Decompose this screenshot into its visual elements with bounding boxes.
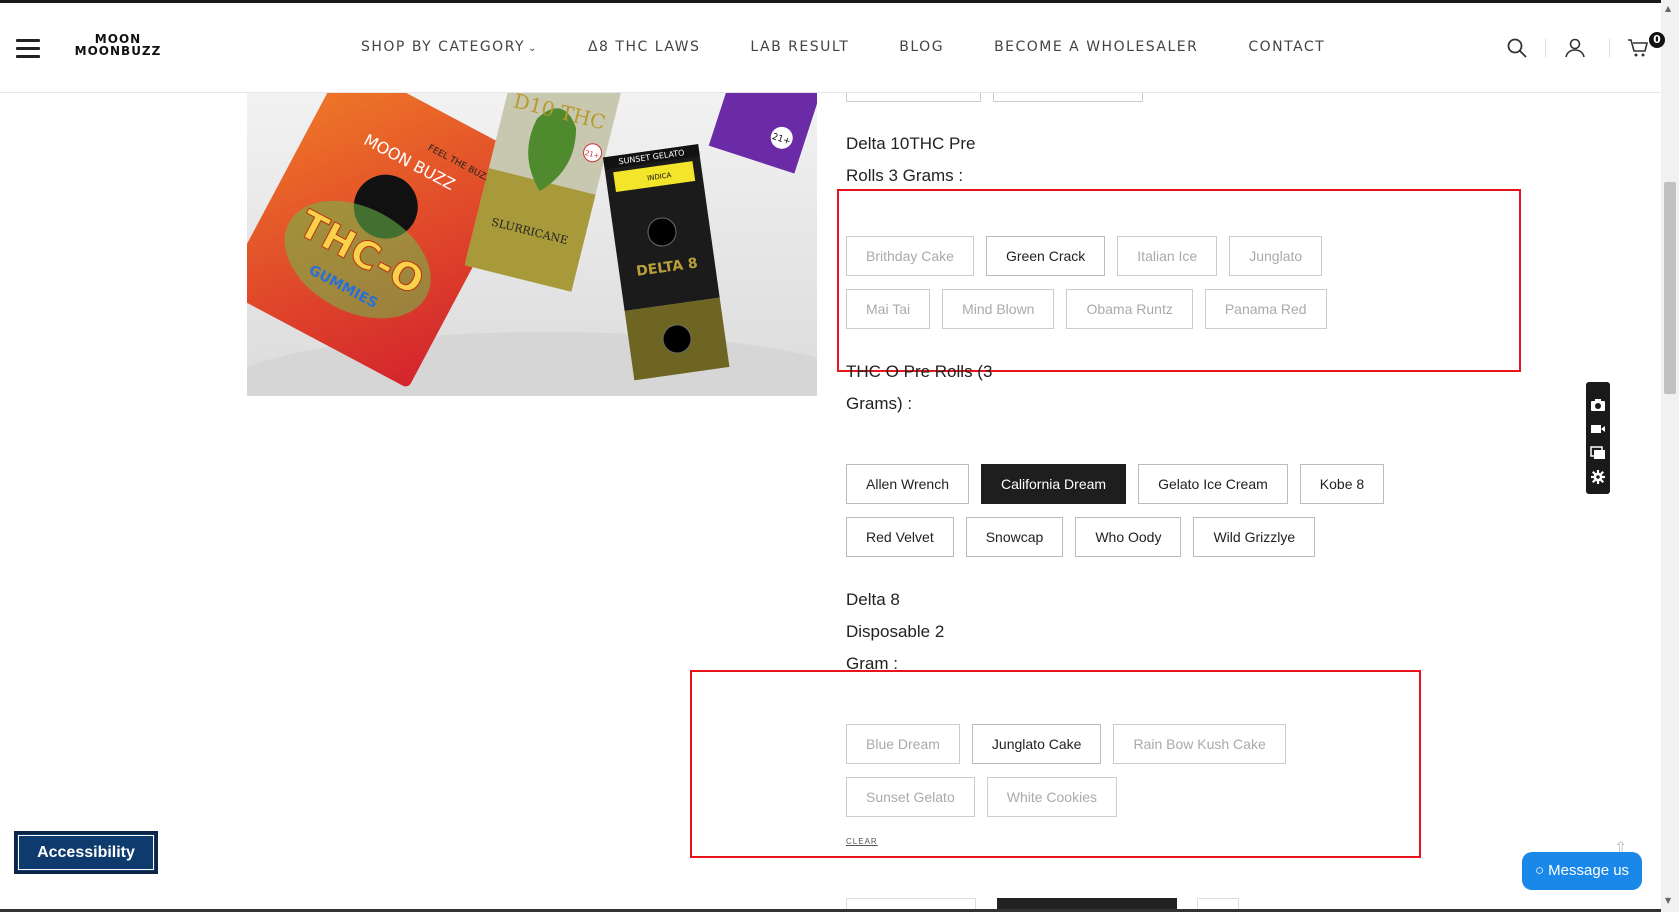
title-line: Gram : xyxy=(846,654,898,673)
swatch-option[interactable]: Gelato Ice Cream xyxy=(1138,464,1288,504)
swatch-row: Allen Wrench California Dream Gelato Ice… xyxy=(846,464,1396,504)
swatch-row: Mai Tai Mind Blown Obama Runtz Panama Re… xyxy=(846,289,1339,329)
menu-icon[interactable] xyxy=(16,39,40,58)
scrollbar[interactable]: ▲ ▼ xyxy=(1661,0,1679,912)
nav-lab-result[interactable]: LAB RESULT xyxy=(750,39,849,59)
swatch-option[interactable]: Blue Dream xyxy=(846,724,960,764)
gear-icon[interactable] xyxy=(1590,470,1606,484)
highlight-box xyxy=(837,189,1521,372)
title-line: Delta 8 xyxy=(846,590,900,609)
swatch-option[interactable]: Who Oody xyxy=(1075,517,1182,557)
nav-become-wholesaler[interactable]: BECOME A WHOLESALER xyxy=(994,39,1198,59)
cart-count-badge: 0 xyxy=(1649,32,1665,48)
swatch-option[interactable]: Panama Red xyxy=(1204,289,1327,329)
clear-link[interactable]: CLEAR xyxy=(846,837,878,846)
highlight-box xyxy=(690,670,1421,858)
logo-line2: MOONBUZZ xyxy=(74,44,162,58)
window-icon[interactable] xyxy=(1590,446,1606,460)
swatch-row: Blue Dream Junglato Cake Rain Bow Kush C… xyxy=(846,724,1298,764)
chevron-down-icon: ⌄ xyxy=(528,43,538,54)
title-line: Grams) : xyxy=(846,394,913,413)
swatch-partial[interactable] xyxy=(993,92,1143,102)
floating-toolbar xyxy=(1586,382,1610,494)
swatch-option[interactable]: Kobe 8 xyxy=(1299,464,1385,504)
chat-icon: ○ xyxy=(1534,862,1549,879)
nav-blog[interactable]: BLOG xyxy=(899,39,944,59)
account-icon[interactable] xyxy=(1563,36,1587,60)
product-packages-illustration: MOON BUZZ FEEL THE BUZZ THC-O GUMMIES D1… xyxy=(247,92,817,396)
title-line: THC O Pre Rolls (3 xyxy=(846,362,993,381)
swatch-option-selected[interactable]: California Dream xyxy=(981,464,1127,504)
scroll-up-icon[interactable]: ▲ xyxy=(1665,4,1671,13)
nav-shop-by-category[interactable]: SHOP BY CATEGORY ⌄ xyxy=(361,39,538,59)
product-image[interactable]: MOON BUZZ FEEL THE BUZZ THC-O GUMMIES D1… xyxy=(247,92,817,396)
swatch-row: Brithday Cake Green Crack Italian Ice Ju… xyxy=(846,236,1334,276)
nav-label: SHOP BY CATEGORY xyxy=(361,39,526,55)
swatch-option[interactable]: Allen Wrench xyxy=(846,464,970,504)
site-header: MOON MOONBUZZ SHOP BY CATEGORY ⌄ Δ8 THC L… xyxy=(0,3,1665,93)
swatch-row: Sunset Gelato White Cookies xyxy=(846,777,1129,817)
swatch-option[interactable]: Mai Tai xyxy=(846,289,931,329)
header-divider xyxy=(1609,39,1610,57)
search-icon[interactable] xyxy=(1505,36,1529,60)
variant-title-delta10: Delta 10THC Pre Rolls 3 Grams : xyxy=(846,128,975,192)
swatch-option[interactable]: Mind Blown xyxy=(942,289,1055,329)
nav-thc-laws[interactable]: Δ8 THC LAWS xyxy=(588,39,700,59)
scroll-thumb[interactable] xyxy=(1664,182,1676,394)
swatch-option[interactable]: Junglato xyxy=(1229,236,1323,276)
swatch-option[interactable]: Obama Runtz xyxy=(1066,289,1193,329)
video-icon[interactable] xyxy=(1590,422,1606,436)
swatch-partial[interactable] xyxy=(846,92,981,102)
swatch-option[interactable]: Red Velvet xyxy=(846,517,954,557)
scroll-down-icon[interactable]: ▼ xyxy=(1665,896,1671,905)
title-line: Delta 10THC Pre xyxy=(846,134,976,153)
swatch-row: Red Velvet Snowcap Who Oody Wild Grizzly… xyxy=(846,517,1327,557)
swatch-option[interactable]: Sunset Gelato xyxy=(846,777,975,817)
swatch-option[interactable]: Italian Ice xyxy=(1117,236,1218,276)
cart-icon[interactable] xyxy=(1626,36,1650,60)
message-label: Message us xyxy=(1548,862,1630,879)
site-logo[interactable]: MOON MOONBUZZ xyxy=(68,33,168,57)
message-us-button[interactable]: ○ Message us xyxy=(1522,852,1642,890)
swatch-option[interactable]: Green Crack xyxy=(985,236,1106,276)
title-line: Rolls 3 Grams : xyxy=(846,166,964,185)
accessibility-button[interactable]: Accessibility xyxy=(14,831,158,874)
variant-title-delta8: Delta 8 Disposable 2 Gram : xyxy=(846,584,944,680)
camera-icon[interactable] xyxy=(1590,398,1606,412)
swatch-option[interactable]: Wild Grizzlye xyxy=(1193,517,1316,557)
swatch-option[interactable]: Rain Bow Kush Cake xyxy=(1113,724,1286,764)
main-nav: SHOP BY CATEGORY ⌄ Δ8 THC LAWS LAB RESULT… xyxy=(361,39,1375,59)
swatch-option[interactable]: Junglato Cake xyxy=(971,724,1102,764)
swatch-option[interactable]: White Cookies xyxy=(986,777,1117,817)
title-line: Disposable 2 xyxy=(846,622,945,641)
variant-title-thco: THC O Pre Rolls (3 Grams) : xyxy=(846,356,992,420)
swatch-option[interactable]: Snowcap xyxy=(965,517,1064,557)
swatch-option[interactable]: Brithday Cake xyxy=(846,236,974,276)
nav-contact[interactable]: CONTACT xyxy=(1248,39,1325,59)
header-divider xyxy=(1545,39,1546,57)
